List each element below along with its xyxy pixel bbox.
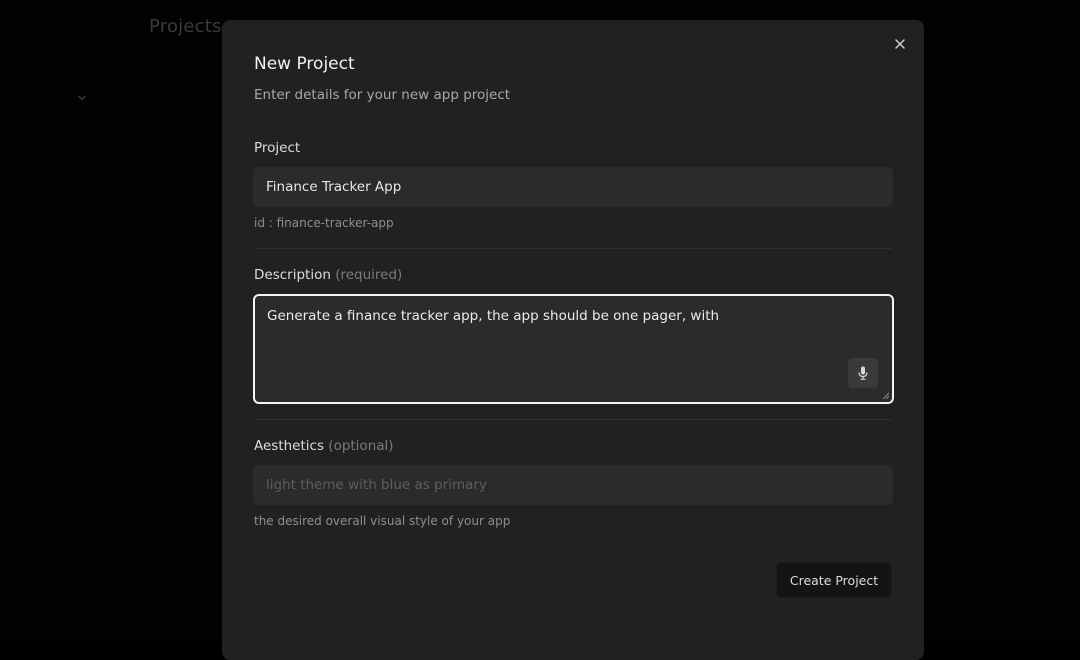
aesthetics-label: Aesthetics (optional) (254, 438, 394, 454)
description-required-tag: (required) (335, 267, 403, 283)
chevron-down-icon[interactable] (76, 92, 88, 104)
section-divider (254, 419, 892, 420)
dialog-title: New Project (254, 54, 355, 74)
aesthetics-label-text: Aesthetics (254, 438, 324, 454)
aesthetics-optional-tag: (optional) (328, 438, 394, 454)
description-label-text: Description (254, 267, 331, 283)
page-title: Projects (149, 16, 222, 37)
section-divider (254, 248, 892, 249)
description-label: Description (required) (254, 267, 402, 283)
resize-handle-icon[interactable] (882, 392, 890, 400)
aesthetics-input[interactable]: light theme with blue as primary (253, 465, 893, 505)
aesthetics-helper: the desired overall visual style of your… (254, 514, 511, 528)
description-textarea[interactable]: Generate a finance tracker app, the app … (253, 294, 894, 404)
new-project-dialog: New Project Enter details for your new a… (222, 20, 924, 660)
create-project-button[interactable]: Create Project (776, 562, 892, 598)
description-text: Generate a finance tracker app, the app … (267, 308, 720, 324)
voice-input-button[interactable] (848, 358, 878, 388)
dialog-subtitle: Enter details for your new app project (254, 87, 511, 103)
microphone-icon (858, 366, 868, 380)
project-label: Project (254, 140, 300, 156)
project-id-helper: id : finance-tracker-app (254, 216, 394, 230)
project-label-text: Project (254, 140, 301, 156)
close-icon[interactable] (892, 36, 908, 52)
project-name-input[interactable]: Finance Tracker App (253, 167, 893, 207)
